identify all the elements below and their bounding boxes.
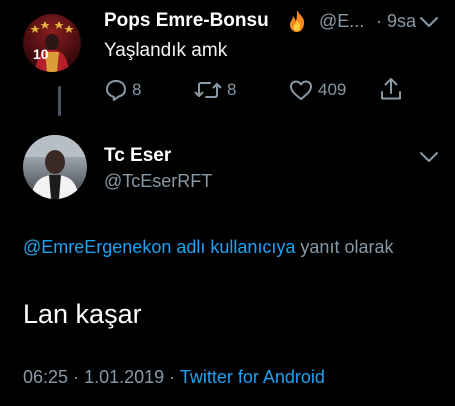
- avatar-pops-emre-bonsu[interactable]: [23, 14, 81, 72]
- reply-context: @EmreErgenekon adlı kullanıcıya yanıt ol…: [23, 234, 423, 260]
- tweet2-text: Lan kaşar: [23, 299, 142, 329]
- like-icon: [290, 80, 312, 100]
- meta-separator: ·: [169, 367, 176, 387]
- like-count: 409: [318, 80, 347, 99]
- retweet-count: 8: [227, 80, 237, 99]
- retweet-icon: [194, 82, 222, 98]
- tweet-date[interactable]: 1.01.2019: [84, 367, 164, 387]
- tweet1-handle[interactable]: @E...: [319, 11, 364, 32]
- share-button[interactable]: [379, 76, 403, 102]
- avatar-jersey-number: 10: [33, 46, 49, 62]
- tweet1-text: Yaşlandık amk: [104, 40, 228, 61]
- reply-to-link[interactable]: @EmreErgenekon adlı kullanıcıya: [23, 237, 295, 257]
- avatar-image: [23, 135, 87, 199]
- share-icon: [381, 78, 401, 100]
- reply-count: 8: [132, 80, 142, 99]
- retweet-button[interactable]: 8: [193, 78, 236, 102]
- tweet-time[interactable]: 06:25: [23, 367, 68, 387]
- thread-connector-line: [58, 86, 61, 116]
- avatar-image: [30, 21, 74, 72]
- like-button[interactable]: 409: [288, 78, 346, 102]
- chevron-down-icon[interactable]: [419, 151, 439, 163]
- reply-suffix: yanıt olarak: [295, 237, 394, 257]
- reply-icon: [106, 80, 126, 101]
- tweet1-display-name[interactable]: Pops Emre-Bonsu: [104, 10, 269, 32]
- tweet-source-link[interactable]: Twitter for Android: [180, 367, 325, 387]
- tweet-meta: 06:25 · 1.01.2019 · Twitter for Android: [23, 367, 325, 388]
- tweet1-timestamp[interactable]: · 9sa: [376, 11, 416, 32]
- avatar-tc-eser[interactable]: [23, 135, 87, 199]
- meta-separator: ·: [73, 367, 80, 387]
- reply-button[interactable]: 8: [104, 78, 141, 102]
- tweet2-display-name[interactable]: Tc Eser: [104, 145, 171, 167]
- fire-icon: [284, 8, 310, 34]
- tweet2-handle[interactable]: @TcEserRFT: [104, 171, 212, 192]
- chevron-down-icon[interactable]: [419, 16, 439, 28]
